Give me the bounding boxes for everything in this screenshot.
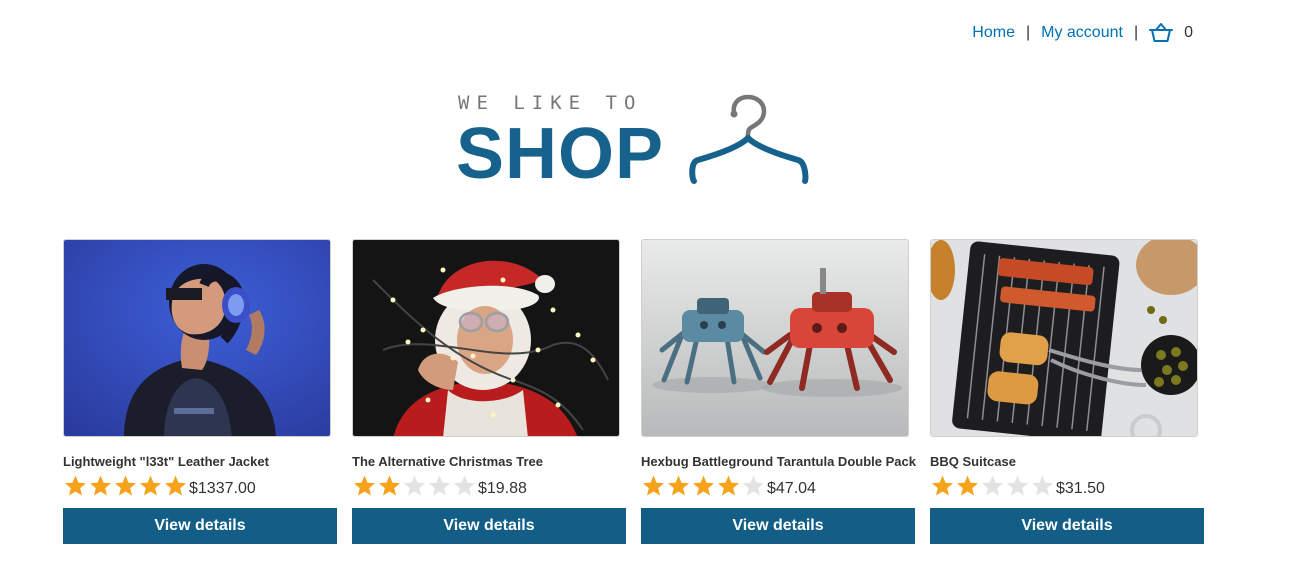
home-link[interactable]: Home [972, 22, 1015, 44]
cart-count: 0 [1184, 24, 1193, 41]
logo-word: SHOP [456, 114, 665, 194]
star-rating [930, 474, 1055, 498]
star-filled-icon [379, 475, 400, 496]
view-details-button[interactable]: View details [641, 508, 915, 544]
star-filled-icon [140, 475, 161, 496]
cart-link[interactable]: 0 [1149, 22, 1193, 44]
star-filled-icon [932, 475, 953, 496]
star-filled-icon [643, 475, 664, 496]
star-empty-icon [429, 475, 450, 496]
product-name[interactable]: Hexbug Battleground Tarantula Double Pac… [641, 454, 916, 470]
man-in-santa-hat-with-lights-photo [353, 240, 619, 436]
product-card: Lightweight "l33t" Leather Jacket $1337.… [63, 239, 337, 544]
my-account-link[interactable]: My account [1041, 22, 1123, 44]
hanger-icon [689, 94, 809, 184]
star-filled-icon [115, 475, 136, 496]
product-card: Hexbug Battleground Tarantula Double Pac… [641, 239, 916, 544]
product-image[interactable] [641, 239, 909, 437]
star-filled-icon [165, 475, 186, 496]
star-filled-icon [693, 475, 714, 496]
star-filled-icon [668, 475, 689, 496]
star-filled-icon [65, 475, 86, 496]
product-name[interactable]: Lightweight "l33t" Leather Jacket [63, 454, 337, 470]
star-empty-icon [1007, 475, 1028, 496]
star-empty-icon [454, 475, 475, 496]
star-empty-icon [743, 475, 764, 496]
rating-row: $1337.00 [63, 473, 337, 499]
star-empty-icon [1032, 475, 1053, 496]
star-filled-icon [718, 475, 739, 496]
woman-headphones-photo [64, 240, 330, 436]
product-name[interactable]: The Alternative Christmas Tree [352, 454, 626, 470]
product-image[interactable] [352, 239, 620, 437]
product-card: BBQ Suitcase $31.50 View details [930, 239, 1204, 544]
logo-tagline: WE LIKE TO [458, 92, 643, 114]
bbq-grill-photo [931, 240, 1197, 436]
rating-row: $19.88 [352, 473, 626, 499]
star-rating [63, 474, 188, 498]
rating-row: $31.50 [930, 473, 1204, 499]
nav-separator: | [1133, 24, 1139, 41]
product-price: $1337.00 [189, 480, 256, 497]
star-rating [641, 474, 766, 498]
shop-logo[interactable]: WE LIKE TO SHOP [456, 92, 816, 194]
product-price: $31.50 [1056, 480, 1105, 497]
basket-icon [1149, 23, 1174, 42]
star-filled-icon [957, 475, 978, 496]
rating-row: $47.04 [641, 473, 915, 499]
product-price: $19.88 [478, 480, 527, 497]
nav-separator: | [1025, 24, 1031, 41]
top-nav: Home | My account | 0 [972, 22, 1193, 44]
star-rating [352, 474, 477, 498]
star-filled-icon [354, 475, 375, 496]
view-details-button[interactable]: View details [63, 508, 337, 544]
product-price: $47.04 [767, 480, 816, 497]
star-empty-icon [404, 475, 425, 496]
product-image[interactable] [63, 239, 331, 437]
view-details-button[interactable]: View details [930, 508, 1204, 544]
star-filled-icon [90, 475, 111, 496]
product-image[interactable] [930, 239, 1198, 437]
product-name[interactable]: BBQ Suitcase [930, 454, 1204, 470]
product-card: The Alternative Christmas Tree $19.88 Vi… [352, 239, 626, 544]
star-empty-icon [982, 475, 1003, 496]
product-grid: Lightweight "l33t" Leather Jacket $1337.… [63, 239, 1204, 544]
view-details-button[interactable]: View details [352, 508, 626, 544]
robot-spiders-photo [642, 240, 908, 436]
